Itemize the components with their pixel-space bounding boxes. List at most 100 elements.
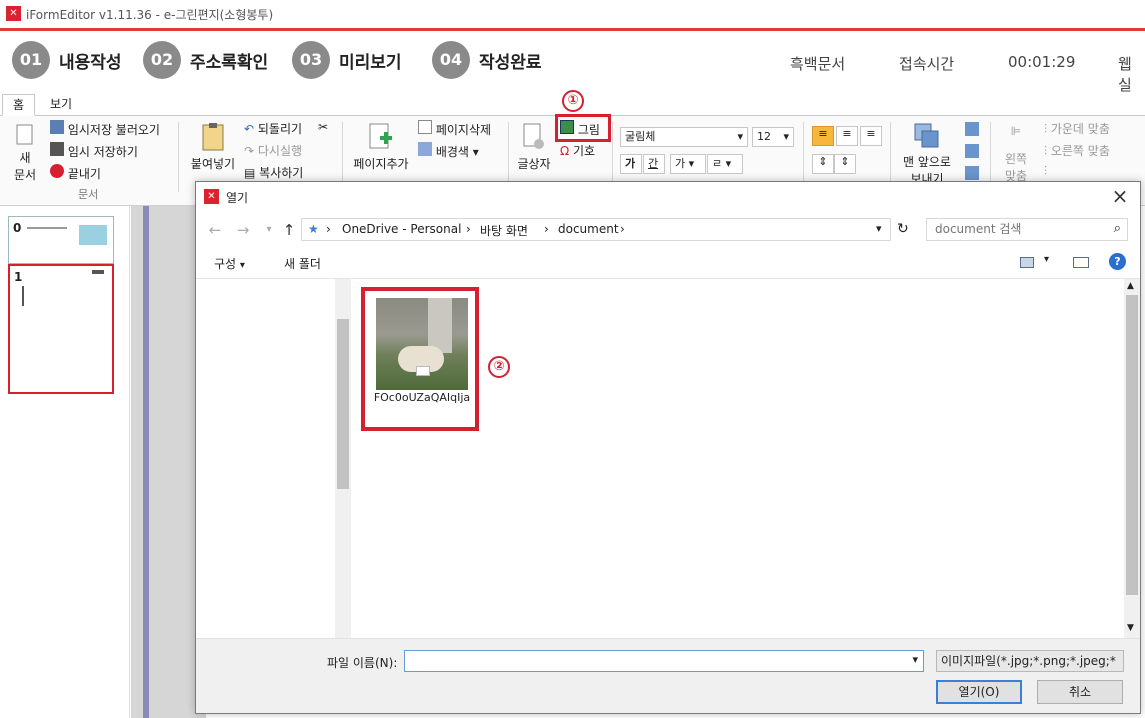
filename-input[interactable] (409, 651, 899, 671)
delete-page-icon (418, 120, 432, 134)
align-obj-left-button[interactable]: ⊫ 왼쪽 맞춤 (1000, 124, 1032, 184)
scroll-down-icon[interactable]: ▼ (1127, 623, 1134, 633)
backward-icon[interactable] (965, 144, 979, 158)
font-name-select[interactable]: 굴림체 ▾ (620, 127, 748, 147)
page-number: 0 (13, 221, 22, 235)
para-spacing-button[interactable]: ⇕ (834, 154, 856, 174)
new-document-button[interactable]: 새 문서 (10, 124, 40, 183)
align-obj-extra-button[interactable]: ⫶ (1044, 164, 1047, 179)
breadcrumb-desktop[interactable]: 바탕 화면 (480, 222, 528, 239)
align-center-icon: ≡ (842, 127, 852, 140)
view-options-icon[interactable] (1020, 257, 1034, 268)
underline-button[interactable]: 간 (643, 154, 665, 174)
line-spacing-button[interactable]: ⇕ (812, 154, 834, 174)
undo-button[interactable]: ↶ 되돌리기 (244, 120, 302, 137)
cancel-button[interactable]: 취소 (1037, 680, 1123, 704)
help-icon[interactable]: ? (1109, 253, 1126, 270)
font-size-select[interactable]: 12 ▾ (752, 127, 794, 147)
tab-home[interactable]: 홈 (2, 94, 36, 116)
up-arrow-icon[interactable]: ↑ (280, 221, 298, 239)
bg-color-button[interactable]: 배경색 ▾ (418, 142, 479, 160)
breadcrumb-document[interactable]: document (558, 222, 619, 236)
file-scrollbar-thumb[interactable] (1126, 295, 1138, 595)
bg-color-label: 배경색 (435, 145, 469, 159)
step-2[interactable]: 02 주소록확인 (143, 41, 268, 79)
bring-front-button[interactable]: 맨 앞으로 보내기 (898, 122, 956, 187)
bold-button[interactable]: 가 (620, 154, 642, 174)
file-scrollbar[interactable]: ▲ ▼ (1124, 279, 1140, 639)
copy-label: 복사하기 (259, 166, 304, 180)
highlight-button[interactable]: ㄹ ▾ (707, 154, 743, 174)
filetype-select[interactable]: 이미지파일(*.jpg;*.png;*.jpeg;* (936, 650, 1124, 672)
page-thumbnail-0[interactable]: 0 (8, 216, 114, 264)
cut-button[interactable]: ✂ (318, 120, 328, 134)
web-menu[interactable]: 웹실 (1118, 53, 1145, 95)
color-mode-button[interactable]: 흑백문서 (790, 53, 845, 74)
search-box[interactable]: ⌕ (926, 218, 1128, 241)
open-button[interactable]: 열기(O) (936, 680, 1022, 704)
step-1[interactable]: 01 내용작성 (12, 41, 122, 79)
filename-field[interactable]: ▾ (404, 650, 924, 672)
delete-page-button[interactable]: 페이지삭제 (418, 120, 491, 138)
align-obj-right-button[interactable]: ⫶ 오른쪽 맞춤 (1044, 142, 1110, 159)
align-center-button[interactable]: ≡ (836, 126, 858, 146)
textbox-button[interactable]: 글상자 (516, 122, 552, 172)
symbol-button[interactable]: Ω 기호 (560, 142, 595, 159)
history-chevron-icon[interactable]: ▾ (876, 222, 882, 235)
navigation-pane[interactable] (196, 279, 351, 639)
exit-button[interactable]: 끝내기 (50, 164, 101, 182)
redo-button[interactable]: ↷ 다시실행 (244, 142, 302, 159)
step-4[interactable]: 04 작성완료 (432, 41, 542, 79)
temp-load-button[interactable]: 임시저장 불러오기 (50, 120, 160, 138)
temp-save-button[interactable]: 임시 저장하기 (50, 142, 138, 160)
step-3[interactable]: 03 미리보기 (292, 41, 402, 79)
align-obj-right-icon: ⫶ (1044, 144, 1048, 158)
address-bar[interactable]: ★ › OneDrive - Personal › 바탕 화면 › docume… (301, 218, 891, 241)
organize-menu[interactable]: 구성 ▾ (214, 255, 245, 272)
page-thumbnail-1[interactable]: 1 (8, 264, 114, 394)
paste-button[interactable]: 붙여넣기 (188, 122, 238, 172)
bg-color-icon (418, 142, 432, 156)
page-thumb-text (27, 227, 67, 229)
align-left-button[interactable]: ≡ (812, 126, 834, 146)
close-icon[interactable]: × (1108, 185, 1132, 209)
font-color-button[interactable]: 가 ▾ (670, 154, 706, 174)
search-icon: ⌕ (1113, 221, 1121, 236)
filetype-value: 이미지파일(*.jpg;*.png;*.jpeg;* (941, 654, 1116, 668)
align-obj-center-button[interactable]: ⫶ 가운데 맞춤 (1044, 120, 1110, 137)
file-item[interactable]: FOc0oUZaQAIqIja (361, 287, 479, 431)
forward-icon[interactable] (965, 122, 979, 136)
connection-timer: 00:01:29 (1008, 53, 1076, 71)
textbox-icon (523, 123, 544, 149)
back-arrow-icon[interactable]: ← (206, 221, 224, 239)
add-page-button[interactable]: 페이지추가 (350, 122, 412, 172)
step-number: 03 (292, 41, 330, 79)
window-title: iFormEditor v1.11.36 - e-그린편지(소형봉투) (26, 8, 274, 22)
page-thumb-stamp (92, 270, 104, 274)
tab-view[interactable]: 보기 (40, 94, 82, 116)
undo-icon: ↶ (244, 122, 255, 136)
chevron-down-icon[interactable]: ▾ (1044, 254, 1049, 265)
save-icon (50, 142, 64, 156)
align-obj-extra-icon: ⫶ (1044, 164, 1048, 178)
para-spacing-icon: ⇕ (840, 155, 850, 168)
send-back-icon[interactable] (965, 166, 979, 180)
breadcrumb-onedrive[interactable]: OneDrive - Personal (342, 222, 461, 236)
scroll-up-icon[interactable]: ▲ (1127, 281, 1134, 291)
search-input[interactable] (935, 219, 1105, 239)
refresh-icon[interactable]: ↻ (897, 221, 909, 237)
preview-pane-icon[interactable] (1073, 257, 1089, 268)
nav-scrollbar-thumb[interactable] (337, 319, 349, 489)
forward-arrow-icon[interactable]: → (234, 221, 252, 239)
step-label: 작성완료 (479, 52, 542, 73)
temp-load-label: 임시저장 불러오기 (67, 123, 160, 137)
chevron-down-icon[interactable]: ▾ (912, 653, 918, 666)
chevron-down-icon: ▾ (688, 157, 695, 170)
copy-button[interactable]: ▤ 복사하기 (244, 164, 303, 181)
nav-scrollbar[interactable] (335, 279, 351, 639)
connection-time-label: 접속시간 (899, 55, 955, 73)
step-label: 주소록확인 (190, 52, 269, 73)
recent-chevron-icon[interactable]: ▾ (260, 221, 278, 239)
new-folder-button[interactable]: 새 폴더 (284, 255, 321, 272)
align-right-button[interactable]: ≡ (860, 126, 882, 146)
